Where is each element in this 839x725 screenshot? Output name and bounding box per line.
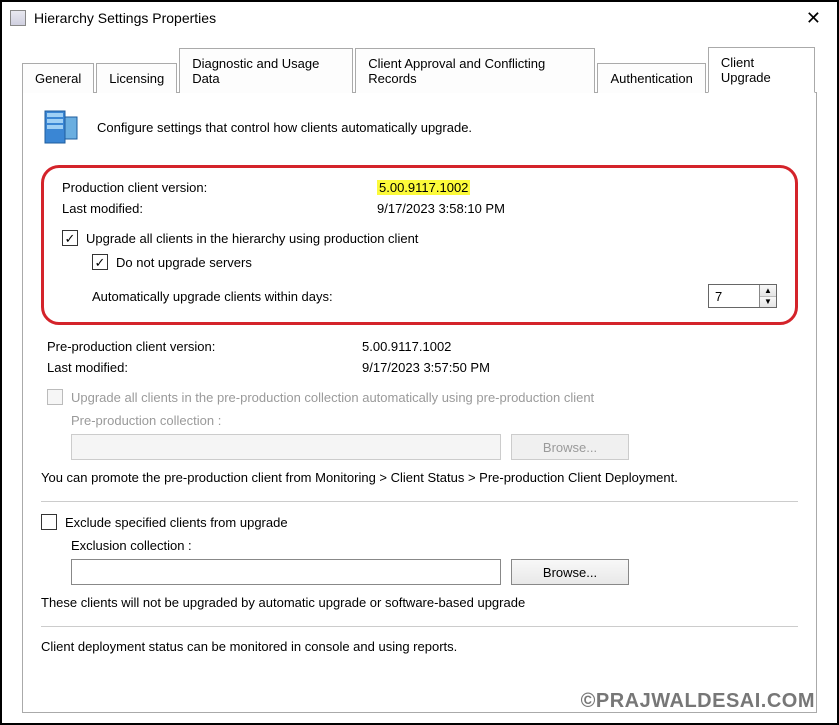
intro-text: Configure settings that control how clie… <box>97 120 472 135</box>
preprod-version-value: 5.00.9117.1002 <box>362 339 798 354</box>
auto-days-input[interactable] <box>709 285 759 307</box>
exclude-help-text: These clients will not be upgraded by au… <box>41 595 798 610</box>
preprod-promote-text: You can promote the pre-production clien… <box>41 470 798 485</box>
tab-strip: General Licensing Diagnostic and Usage D… <box>22 46 817 93</box>
divider-2 <box>41 626 798 627</box>
auto-days-label: Automatically upgrade clients within day… <box>92 289 708 304</box>
spinner-down-button[interactable]: ▼ <box>760 297 776 308</box>
exclude-clients-checkbox[interactable] <box>41 514 57 530</box>
upgrade-all-preprod-checkbox <box>47 389 63 405</box>
tab-client-approval[interactable]: Client Approval and Conflicting Records <box>355 48 595 93</box>
exclusion-collection-label: Exclusion collection : <box>71 538 798 553</box>
upgrade-all-preprod-label: Upgrade all clients in the pre-productio… <box>71 390 594 405</box>
tab-client-upgrade[interactable]: Client Upgrade <box>708 47 815 93</box>
tab-general[interactable]: General <box>22 63 94 93</box>
watermark: ©PRAJWALDESAI.COM <box>581 690 815 713</box>
prod-version-value: 5.00.9117.1002 <box>377 180 470 195</box>
footer-status-text: Client deployment status can be monitore… <box>41 639 798 654</box>
preprod-modified-value: 9/17/2023 3:57:50 PM <box>362 360 798 375</box>
upgrade-all-prod-label: Upgrade all clients in the hierarchy usi… <box>86 231 418 246</box>
prod-modified-label: Last modified: <box>62 201 377 216</box>
do-not-upgrade-servers-checkbox[interactable]: ✓ <box>92 254 108 270</box>
tab-licensing[interactable]: Licensing <box>96 63 177 93</box>
production-section-highlight: Production client version: 5.00.9117.100… <box>41 165 798 325</box>
upgrade-all-prod-checkbox[interactable]: ✓ <box>62 230 78 246</box>
divider <box>41 501 798 502</box>
tab-diagnostic[interactable]: Diagnostic and Usage Data <box>179 48 353 93</box>
prod-version-label: Production client version: <box>62 180 377 195</box>
preprod-version-label: Pre-production client version: <box>47 339 362 354</box>
tab-authentication[interactable]: Authentication <box>597 63 705 93</box>
app-icon <box>10 10 26 26</box>
preprod-modified-label: Last modified: <box>47 360 362 375</box>
preprod-collection-input <box>71 434 501 460</box>
preprod-collection-label: Pre-production collection : <box>71 413 798 428</box>
do-not-upgrade-servers-label: Do not upgrade servers <box>116 255 252 270</box>
exclusion-browse-button[interactable]: Browse... <box>511 559 629 585</box>
preprod-browse-button: Browse... <box>511 434 629 460</box>
spinner-up-button[interactable]: ▲ <box>760 285 776 297</box>
window-title: Hierarchy Settings Properties <box>34 10 216 26</box>
title-bar: Hierarchy Settings Properties ✕ <box>2 2 837 36</box>
prod-modified-value: 9/17/2023 3:58:10 PM <box>377 201 777 216</box>
tab-panel-client-upgrade: Configure settings that control how clie… <box>22 93 817 713</box>
server-icon <box>41 107 81 147</box>
exclude-clients-label: Exclude specified clients from upgrade <box>65 515 288 530</box>
auto-days-spinner[interactable]: ▲ ▼ <box>708 284 777 308</box>
exclusion-collection-input[interactable] <box>71 559 501 585</box>
close-button[interactable]: ✕ <box>798 8 829 29</box>
